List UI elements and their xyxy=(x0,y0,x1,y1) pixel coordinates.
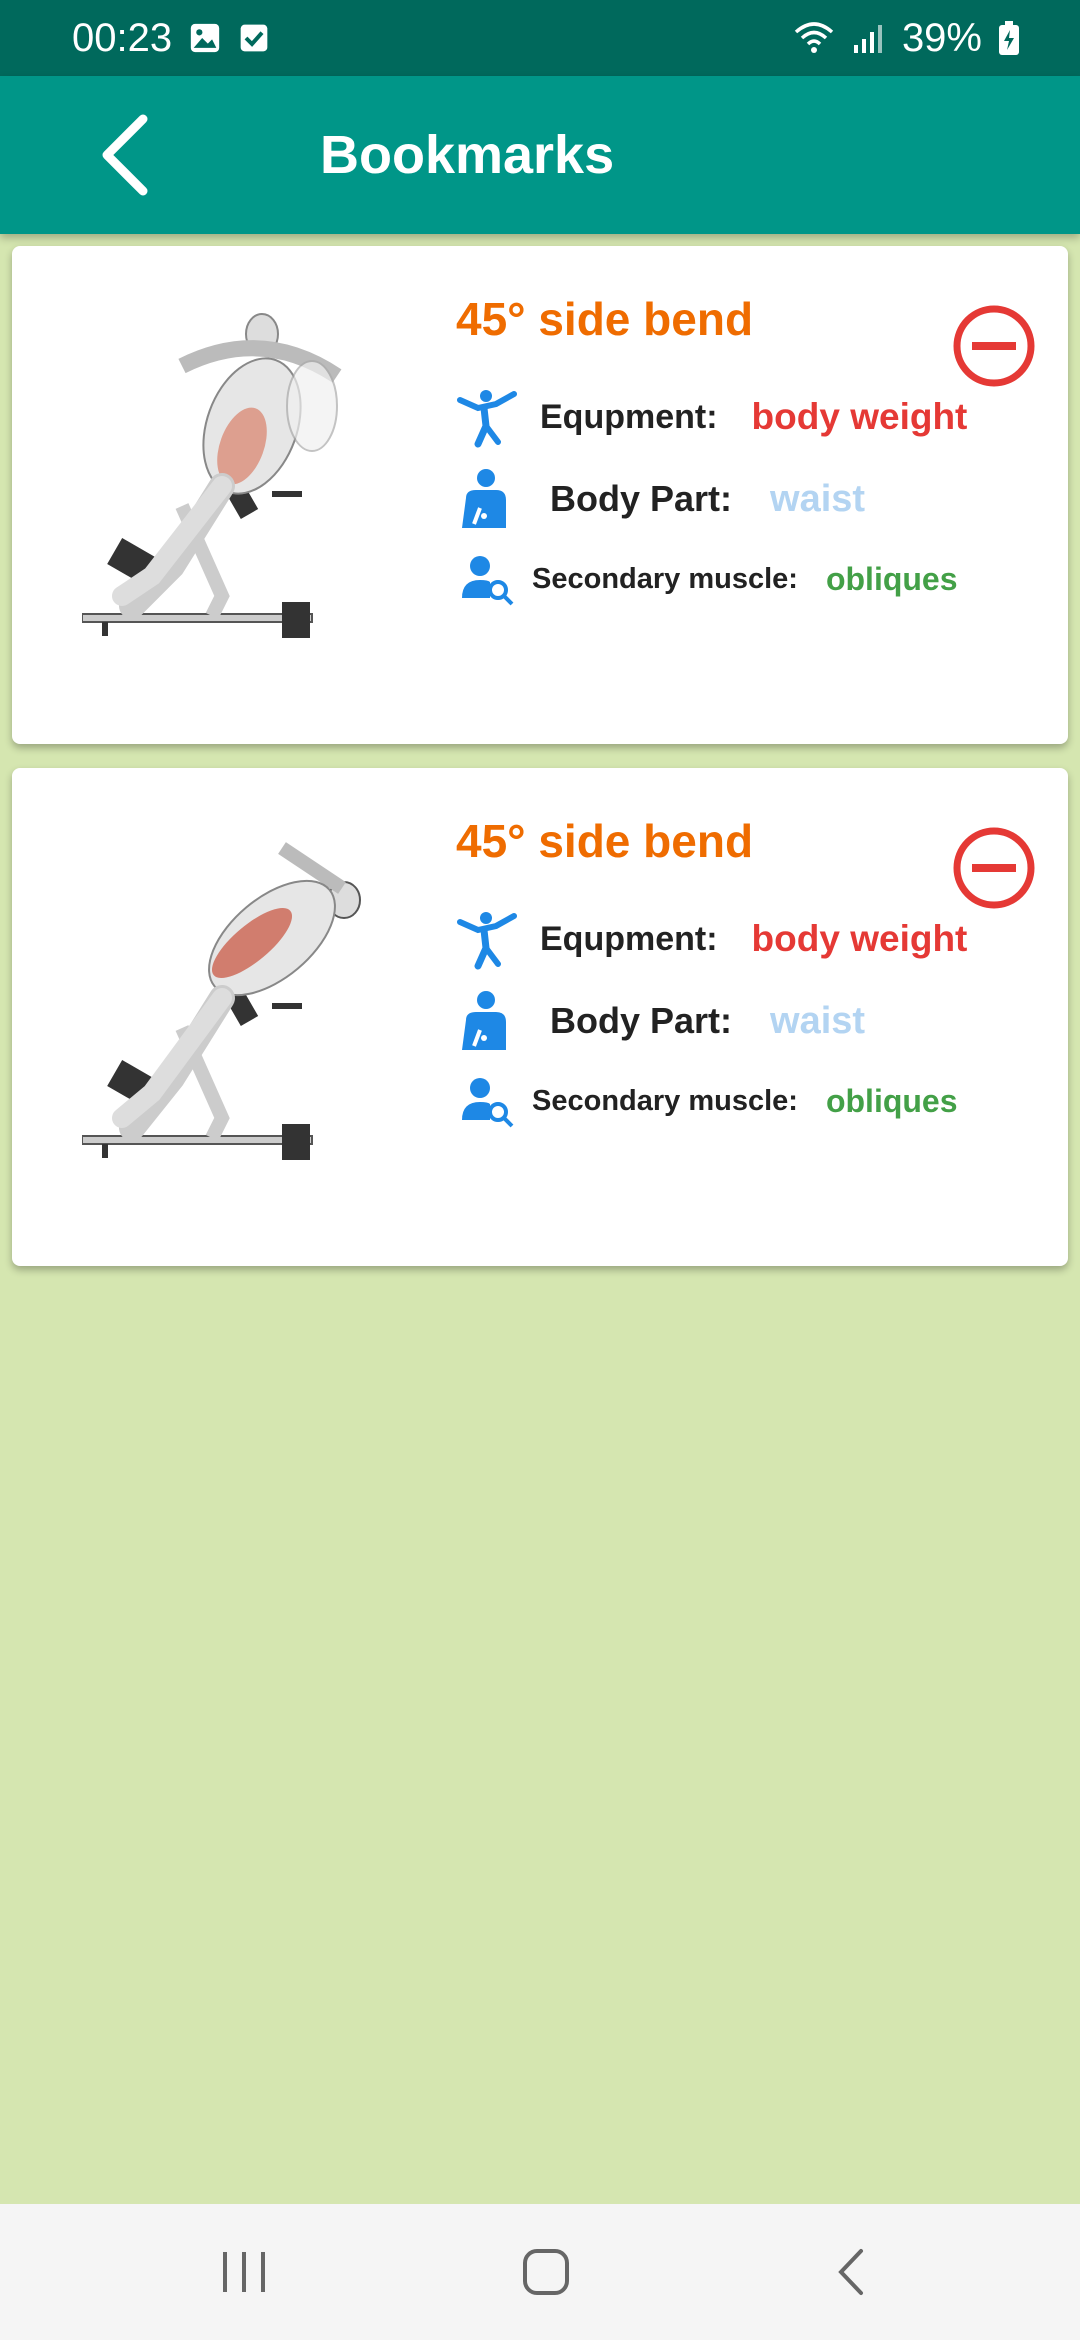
exercise-title: 45° side bend xyxy=(456,815,754,867)
person-search-icon xyxy=(456,1070,518,1132)
equipment-value: body weight xyxy=(751,396,968,437)
battery-percentage: 39% xyxy=(901,15,982,60)
status-bar: 00:23 39% xyxy=(0,0,1080,76)
exercise-title: 45° side bend xyxy=(456,293,754,345)
secondary-muscle-row: Secondary muscle: obliques xyxy=(456,548,958,610)
remove-bookmark-button[interactable] xyxy=(952,304,1036,388)
body-part-label: Body Part: xyxy=(550,1000,733,1041)
person-injury-icon xyxy=(456,990,518,1052)
secondary-muscle-value: obliques xyxy=(825,1082,958,1119)
equipment-value: body weight xyxy=(751,918,968,959)
body-part-label: Body Part: xyxy=(550,478,733,519)
back-button[interactable] xyxy=(90,110,160,200)
system-nav-bar xyxy=(0,2204,1080,2340)
body-part-row: Body Part: waist xyxy=(456,990,865,1052)
battery-charging-icon xyxy=(998,20,1020,56)
system-back-button[interactable] xyxy=(790,2204,910,2340)
secondary-muscle-row: Secondary muscle: obliques xyxy=(456,1070,958,1132)
person-injury-icon xyxy=(456,468,518,530)
secondary-muscle-value: obliques xyxy=(825,560,958,597)
status-right: 39% xyxy=(792,16,1020,61)
remove-circle-icon xyxy=(953,305,1035,387)
karate-kick-icon xyxy=(456,908,518,970)
back-icon xyxy=(838,2249,863,2295)
chevron-left-icon xyxy=(102,114,148,196)
recents-button[interactable] xyxy=(184,2204,304,2340)
wifi-icon xyxy=(792,20,836,56)
body-part-row: Body Part: waist xyxy=(456,468,865,530)
body-part-value: waist xyxy=(770,999,866,1042)
status-time: 00:23 xyxy=(72,15,173,60)
body-part-value: waist xyxy=(770,477,866,520)
equipment-label: Equpment: xyxy=(540,397,718,436)
home-button[interactable] xyxy=(486,2204,606,2340)
equipment-label: Equpment: xyxy=(540,919,718,958)
status-left: 00:23 xyxy=(72,16,270,61)
bookmark-card[interactable]: 45° side bend Equpment: body weight Body… xyxy=(12,246,1068,744)
person-search-icon xyxy=(456,548,518,610)
signal-icon xyxy=(852,21,886,55)
app-bar: Bookmarks xyxy=(0,76,1080,234)
page-title: Bookmarks xyxy=(320,125,615,185)
equipment-row: Equpment: body weight xyxy=(456,908,967,970)
gallery-icon xyxy=(188,21,222,55)
check-box-icon xyxy=(238,22,270,54)
remove-circle-icon xyxy=(953,827,1035,909)
secondary-muscle-label: Secondary muscle: xyxy=(532,562,798,595)
remove-bookmark-button[interactable] xyxy=(952,826,1036,910)
karate-kick-icon xyxy=(456,386,518,448)
home-icon xyxy=(523,2249,569,2295)
bookmark-card[interactable]: 45° side bend Equpment: body weight Body… xyxy=(12,768,1068,1266)
exercise-image xyxy=(81,306,362,676)
equipment-row: Equpment: body weight xyxy=(456,386,967,448)
exercise-image xyxy=(81,828,362,1198)
secondary-muscle-label: Secondary muscle: xyxy=(532,1084,798,1117)
recents-icon xyxy=(223,2252,265,2292)
